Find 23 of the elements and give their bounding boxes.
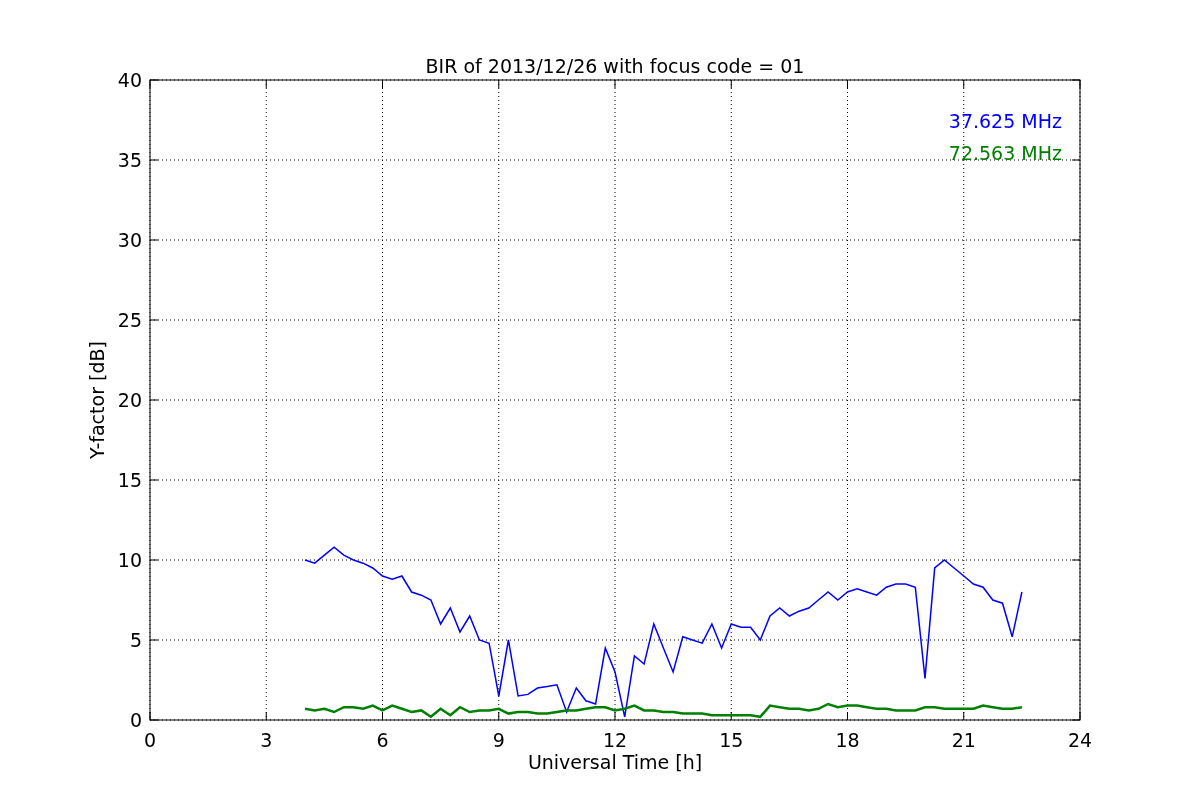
y-tick-label: 35 bbox=[117, 149, 142, 171]
x-tick-label: 6 bbox=[376, 729, 389, 751]
x-axis-label: Universal Time [h] bbox=[527, 751, 703, 773]
legend-label: 37.625 MHz bbox=[948, 110, 1062, 132]
x-tick-label: 24 bbox=[1067, 729, 1093, 751]
y-axis-label: Y-factor [dB] bbox=[86, 341, 108, 459]
x-tick-label: 3 bbox=[260, 729, 273, 751]
y-tick-label: 20 bbox=[117, 389, 142, 411]
y-tick-label: 40 bbox=[117, 69, 142, 91]
chart-title: BIR of 2013/12/26 with focus code = 01 bbox=[425, 55, 805, 77]
y-tick-label: 10 bbox=[117, 549, 142, 571]
y-tick-label: 0 bbox=[129, 709, 142, 731]
legend-label: 72.563 MHz bbox=[948, 142, 1062, 164]
y-tick-label: 30 bbox=[117, 229, 142, 251]
y-tick-label: 25 bbox=[117, 309, 142, 331]
x-tick-label: 18 bbox=[835, 729, 860, 751]
x-tick-label: 12 bbox=[602, 729, 628, 751]
y-tick-label: 15 bbox=[117, 469, 142, 491]
x-tick-label: 15 bbox=[719, 729, 744, 751]
x-tick-label: 21 bbox=[951, 729, 976, 751]
y-tick-label: 5 bbox=[129, 629, 142, 651]
x-tick-label: 9 bbox=[492, 729, 505, 751]
x-tick-label: 0 bbox=[143, 729, 157, 751]
